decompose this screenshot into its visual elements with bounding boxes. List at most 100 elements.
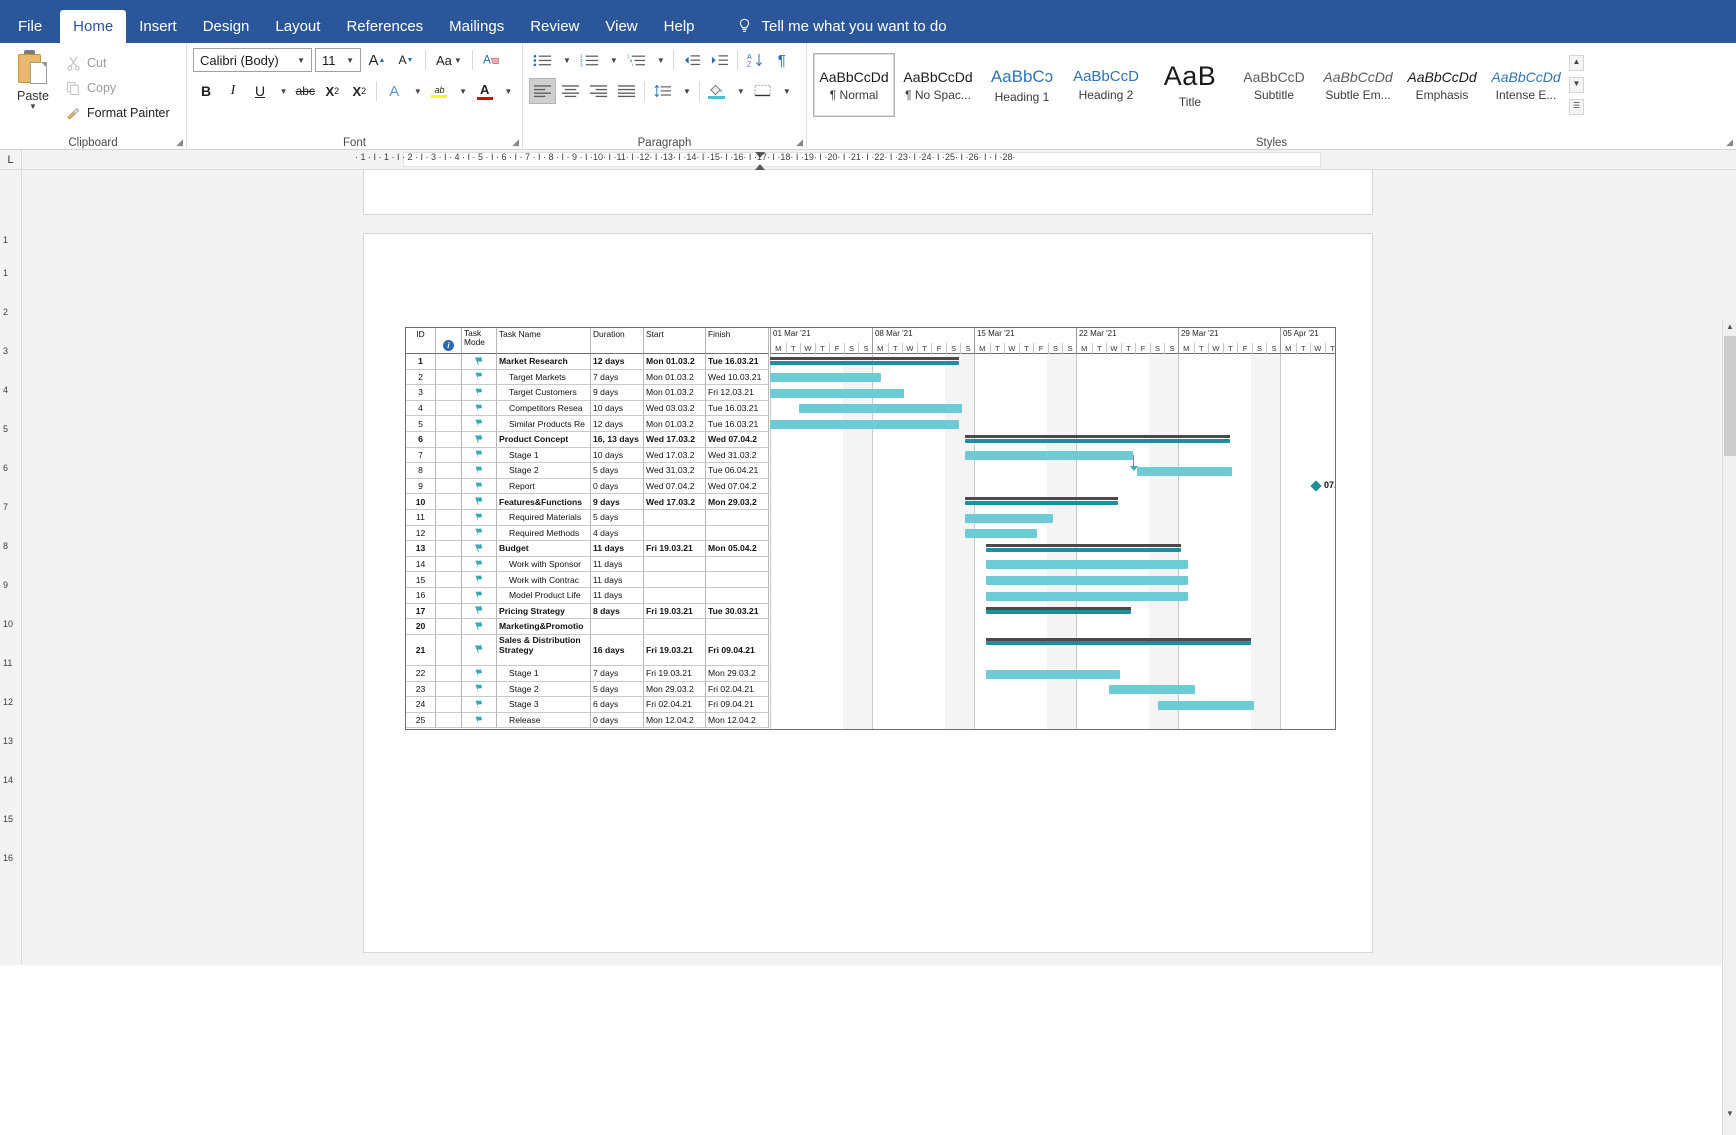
line-spacing-button[interactable] bbox=[649, 78, 676, 104]
tab-mailings[interactable]: Mailings bbox=[436, 10, 517, 43]
summary-task-bar[interactable] bbox=[986, 548, 1181, 552]
multilevel-list-button[interactable]: 1 a i bbox=[623, 47, 650, 73]
shading-button[interactable] bbox=[704, 78, 730, 104]
summary-task-bar[interactable] bbox=[965, 501, 1118, 505]
sort-button[interactable]: A Z bbox=[742, 47, 768, 73]
tab-insert[interactable]: Insert bbox=[126, 10, 190, 43]
paragraph-dialog-launcher[interactable]: ◢ bbox=[796, 137, 803, 148]
bold-button[interactable]: B bbox=[193, 78, 219, 104]
scrollbar-thumb[interactable] bbox=[1724, 336, 1736, 456]
tab-review[interactable]: Review bbox=[517, 10, 592, 43]
summary-task-bar[interactable] bbox=[986, 641, 1251, 645]
tab-view[interactable]: View bbox=[592, 10, 650, 43]
task-bar[interactable] bbox=[965, 451, 1133, 460]
clipboard-dialog-launcher[interactable]: ◢ bbox=[176, 137, 183, 148]
task-bar[interactable] bbox=[986, 670, 1120, 679]
styles-scroll-down[interactable]: ▼ bbox=[1569, 77, 1584, 93]
tell-me-box[interactable]: Tell me what you want to do bbox=[736, 10, 947, 43]
highlight-button[interactable]: ab bbox=[426, 78, 452, 104]
change-case-button[interactable]: Aa▼ bbox=[432, 47, 466, 73]
align-right-button[interactable] bbox=[585, 78, 612, 104]
italic-button[interactable]: I bbox=[220, 78, 246, 104]
shading-dropdown[interactable]: ▼ bbox=[731, 78, 749, 104]
style-no-spacing[interactable]: AaBbCcDd¶ No Spac... bbox=[897, 53, 979, 117]
font-size-combo[interactable]: 11 ▼ bbox=[315, 48, 361, 72]
style-normal[interactable]: AaBbCcDd¶ Normal bbox=[813, 53, 895, 117]
tab-home[interactable]: Home bbox=[60, 10, 126, 43]
align-center-button[interactable] bbox=[557, 78, 584, 104]
gantt-chart[interactable]: IDiTask ModeTask NameDurationStartFinish… bbox=[405, 327, 1336, 730]
style-heading-2[interactable]: AaBbCcDHeading 2 bbox=[1065, 53, 1147, 117]
summary-task-bar[interactable] bbox=[986, 610, 1132, 614]
tab-stop-selector[interactable]: L bbox=[0, 150, 22, 170]
page-current[interactable]: IDiTask ModeTask NameDurationStartFinish… bbox=[363, 233, 1373, 953]
style-intense-emphasis[interactable]: AaBbCcDdIntense E... bbox=[1485, 53, 1567, 117]
styles-more-button[interactable]: ☰ bbox=[1569, 99, 1584, 115]
font-dialog-launcher[interactable]: ◢ bbox=[512, 137, 519, 148]
align-left-button[interactable] bbox=[529, 78, 556, 104]
highlight-dropdown[interactable]: ▼ bbox=[453, 78, 470, 104]
tab-design[interactable]: Design bbox=[190, 10, 263, 43]
line-spacing-dropdown[interactable]: ▼ bbox=[677, 78, 695, 104]
justify-button[interactable] bbox=[613, 78, 640, 104]
summary-task-bar[interactable] bbox=[770, 361, 959, 365]
text-effects-dropdown[interactable]: ▼ bbox=[408, 78, 425, 104]
style-subtle-emphasis[interactable]: AaBbCcDdSubtle Em... bbox=[1317, 53, 1399, 117]
subscript-button[interactable]: X2 bbox=[319, 78, 345, 104]
task-bar[interactable] bbox=[799, 404, 962, 413]
task-bar[interactable] bbox=[1137, 467, 1232, 476]
font-color-button[interactable]: A bbox=[472, 78, 498, 104]
vertical-scrollbar[interactable]: ▲ ▼ bbox=[1722, 320, 1736, 1135]
multilevel-dropdown[interactable]: ▼ bbox=[651, 47, 669, 73]
bullets-dropdown[interactable]: ▼ bbox=[557, 47, 575, 73]
task-bar[interactable] bbox=[986, 576, 1189, 585]
paste-dropdown-caret[interactable]: ▼ bbox=[29, 103, 37, 111]
chevron-down-icon[interactable]: ▼ bbox=[342, 56, 358, 65]
increase-indent-button[interactable] bbox=[706, 47, 733, 73]
task-bar[interactable] bbox=[986, 560, 1189, 569]
borders-button[interactable] bbox=[750, 78, 776, 104]
scroll-down-arrow[interactable]: ▼ bbox=[1723, 1107, 1736, 1121]
decrease-indent-button[interactable] bbox=[678, 47, 705, 73]
numbering-dropdown[interactable]: ▼ bbox=[604, 47, 622, 73]
tab-file[interactable]: File bbox=[0, 10, 60, 43]
task-bar[interactable] bbox=[965, 514, 1052, 523]
paste-button[interactable]: Paste ▼ bbox=[6, 47, 60, 124]
shrink-font-button[interactable]: A▼ bbox=[393, 47, 419, 73]
numbering-button[interactable]: 1 2 3 bbox=[576, 47, 603, 73]
format-painter-button[interactable]: Format Painter bbox=[62, 102, 174, 124]
font-color-dropdown[interactable]: ▼ bbox=[499, 78, 516, 104]
show-formatting-marks-button[interactable]: ¶ bbox=[769, 47, 795, 73]
task-bar[interactable] bbox=[770, 420, 959, 429]
tab-layout[interactable]: Layout bbox=[262, 10, 333, 43]
task-bar[interactable] bbox=[1109, 685, 1195, 694]
task-bar[interactable] bbox=[770, 373, 881, 382]
grow-font-button[interactable]: A▲ bbox=[364, 47, 390, 73]
superscript-button[interactable]: X2 bbox=[346, 78, 372, 104]
copy-button[interactable]: Copy bbox=[62, 77, 174, 99]
style-emphasis[interactable]: AaBbCcDdEmphasis bbox=[1401, 53, 1483, 117]
scroll-up-arrow[interactable]: ▲ bbox=[1723, 320, 1736, 334]
tab-references[interactable]: References bbox=[333, 10, 436, 43]
tab-help[interactable]: Help bbox=[651, 10, 708, 43]
text-effects-button[interactable]: A bbox=[381, 78, 407, 104]
task-bar[interactable] bbox=[1158, 701, 1254, 710]
styles-scroll-up[interactable]: ▲ bbox=[1569, 55, 1584, 71]
task-bar[interactable] bbox=[965, 529, 1036, 538]
strikethrough-button[interactable]: abc bbox=[292, 78, 318, 104]
summary-task-bar[interactable] bbox=[965, 439, 1230, 443]
style-title[interactable]: AaBTitle bbox=[1149, 53, 1231, 117]
font-family-combo[interactable]: Calibri (Body) ▼ bbox=[193, 48, 312, 72]
style-subtitle[interactable]: AaBbCcDSubtitle bbox=[1233, 53, 1315, 117]
underline-button[interactable]: U bbox=[247, 78, 273, 104]
task-bar[interactable] bbox=[986, 592, 1189, 601]
horizontal-ruler[interactable]: · 1 · Ι · 1 · Ι · 2 · Ι · 3 · Ι · 4 · Ι … bbox=[355, 152, 1375, 168]
task-bar[interactable] bbox=[770, 389, 904, 398]
chevron-down-icon[interactable]: ▼ bbox=[293, 56, 309, 65]
style-heading-1[interactable]: AaBbCɔHeading 1 bbox=[981, 53, 1063, 117]
cut-button[interactable]: Cut bbox=[62, 52, 174, 74]
borders-dropdown[interactable]: ▼ bbox=[777, 78, 795, 104]
styles-dialog-launcher[interactable]: ◢ bbox=[1726, 137, 1733, 148]
clear-formatting-button[interactable]: A bbox=[479, 47, 507, 73]
bullets-button[interactable] bbox=[529, 47, 556, 73]
